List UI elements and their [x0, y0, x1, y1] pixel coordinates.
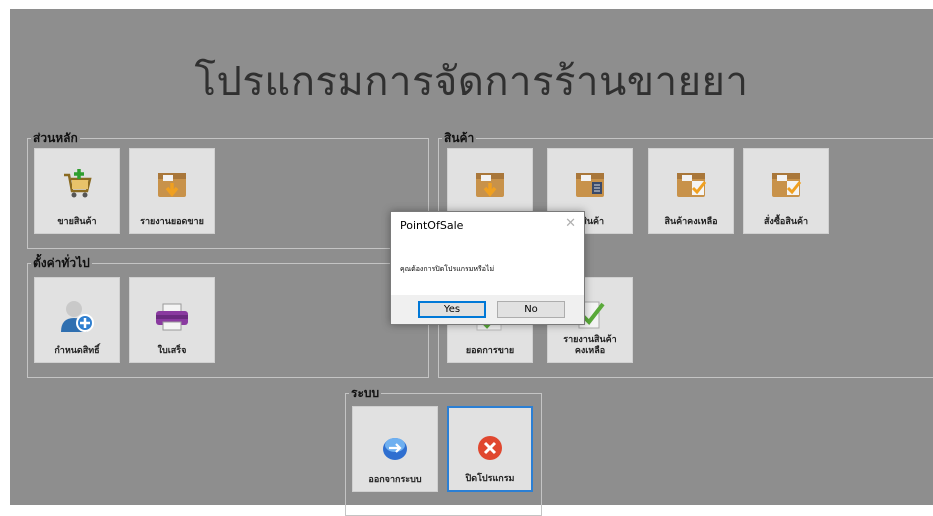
group-product-legend: สินค้า: [444, 131, 475, 145]
stock-remaining-label: สินค้าคงเหลือ: [664, 217, 718, 227]
group-main-legend: ส่วนหลัก: [33, 131, 78, 145]
close-program-button[interactable]: ปิดโปรแกรม: [447, 406, 533, 492]
order-product-button[interactable]: สั่งซื้อสินค้า: [743, 148, 829, 234]
close-circle-icon: [476, 434, 504, 466]
receipt-label: ใบเสร็จ: [157, 346, 187, 356]
dialog-message: คุณต้องการปิดโปรแกรมหรือไม่: [400, 265, 495, 273]
box-check-icon: [769, 167, 803, 205]
user-add-icon: [59, 298, 95, 338]
box-download-icon: [155, 167, 189, 205]
logout-icon: [380, 433, 410, 467]
printer-icon: [154, 302, 190, 336]
sales-report-label: รายงานยอดขาย: [140, 217, 204, 227]
sell-product-label: ขายสินค้า: [57, 217, 97, 227]
box-check-icon: [674, 167, 708, 205]
stock-report-label: รายงานสินค้า คงเหลือ: [548, 335, 632, 357]
receipt-button[interactable]: ใบเสร็จ: [129, 277, 215, 363]
app-title: โปรแกรมการจัดการร้านขายยา: [194, 59, 749, 105]
permissions-button[interactable]: กำหนดสิทธิ์: [34, 277, 120, 363]
stock-report-label-line1: รายงานสินค้า: [563, 335, 617, 345]
shopping-cart-add-icon: [60, 167, 94, 205]
sell-product-button[interactable]: ขายสินค้า: [34, 148, 120, 234]
permissions-label: กำหนดสิทธิ์: [54, 346, 100, 356]
yes-button[interactable]: Yes: [418, 301, 486, 318]
group-settings-legend: ตั้งค่าทั่วไป: [33, 256, 90, 270]
dialog-footer: Yes No: [391, 295, 584, 324]
dialog-title: PointOfSale: [400, 219, 464, 232]
sales-report-button[interactable]: รายงานยอดขาย: [129, 148, 215, 234]
order-product-label: สั่งซื้อสินค้า: [763, 217, 809, 227]
group-system-legend: ระบบ: [351, 386, 380, 400]
box-list-icon: [573, 167, 607, 205]
no-button[interactable]: No: [497, 301, 565, 318]
close-icon[interactable]: ✕: [565, 216, 576, 231]
stock-remaining-button[interactable]: สินค้าคงเหลือ: [648, 148, 734, 234]
stock-report-label-line2: คงเหลือ: [574, 346, 606, 356]
confirm-dialog: PointOfSale ✕ คุณต้องการปิดโปรแกรมหรือไม…: [390, 211, 585, 325]
box-download-icon: [473, 167, 507, 205]
sales-total-label: ยอดการขาย: [465, 346, 515, 356]
logout-label: ออกจากระบบ: [368, 475, 422, 485]
close-program-label: ปิดโปรแกรม: [465, 474, 515, 484]
logout-button[interactable]: ออกจากระบบ: [352, 406, 438, 492]
